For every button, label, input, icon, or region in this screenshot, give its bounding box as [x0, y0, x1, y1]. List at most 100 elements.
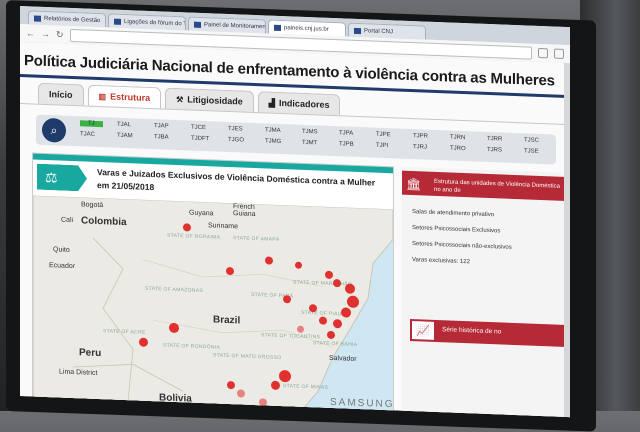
tribunal-filter-tjce[interactable]: TJCE — [191, 125, 206, 132]
tribunal-filter-tjac[interactable]: TJAC — [80, 131, 95, 138]
map-label: Colombia — [81, 215, 127, 229]
tab-label: Indicadores — [278, 97, 330, 110]
court-marker[interactable] — [333, 319, 342, 329]
tribunal-filter-tjrn[interactable]: TJRN — [450, 135, 465, 142]
monitor-screen: Relatórios de Gestão Ligações do fórum do… — [20, 6, 570, 418]
court-marker[interactable] — [309, 304, 317, 313]
tribunal-filter-tjal[interactable]: TJAL — [117, 122, 131, 129]
tribunal-filter-tjap[interactable]: TJAP — [154, 123, 169, 130]
court-marker[interactable] — [345, 283, 355, 294]
favicon-icon — [354, 27, 361, 34]
structure-panel: 🏛 Estrutura das unidades de Violência Do… — [402, 166, 570, 418]
stat-line: Setores Psicossociais Exclusivos — [412, 225, 501, 235]
court-marker[interactable] — [297, 325, 304, 333]
court-marker[interactable] — [139, 337, 148, 347]
tribunal-filter-tjsc[interactable]: TJSC — [524, 137, 539, 144]
tribunal-filter-tjmt[interactable]: TJMT — [302, 140, 317, 147]
stat-line: Salas de atendimento privativo — [412, 209, 495, 219]
court-marker[interactable] — [226, 266, 234, 276]
court-marker[interactable] — [283, 295, 291, 304]
tribunal-filter-tjes[interactable]: TJES — [228, 126, 243, 133]
tribunal-filter-tjpb[interactable]: TJPB — [339, 141, 354, 148]
tab-label: Estrutura — [110, 91, 151, 103]
tribunal-filter-tjgo[interactable]: TJGO — [228, 137, 244, 144]
bar-chart-icon: ▟ — [268, 98, 275, 108]
map-label: Cali — [61, 216, 74, 225]
historical-series-button[interactable]: 📈 Série histórica de no — [410, 318, 570, 348]
tab-label: Litigiosidade — [187, 94, 243, 107]
browser-tab[interactable]: Relatórios de Gestão — [28, 10, 106, 28]
tribunal-filter-tjpa[interactable]: TJPA — [339, 130, 353, 137]
scales-of-justice-icon: ⚖ — [37, 164, 87, 192]
favicon-icon — [114, 18, 121, 25]
structure-header: 🏛 Estrutura das unidades de Violência Do… — [402, 170, 570, 202]
card-title: Varas e Juizados Exclusivos de Violência… — [97, 166, 376, 193]
browser-tab-label: paineis.cnj.jus.br — [284, 24, 329, 33]
tribunal-filter-tjrr[interactable]: TJRR — [487, 136, 502, 143]
court-marker[interactable] — [183, 223, 191, 232]
court-marker[interactable] — [347, 295, 359, 309]
tab-label: Início — [49, 89, 73, 101]
court-marker[interactable] — [341, 307, 351, 318]
dashboard-page: Política Judiciária Nacional de enfrenta… — [20, 42, 570, 418]
tribunal-filter-tjba[interactable]: TJBA — [154, 134, 169, 141]
map-label: French Guiana — [233, 203, 256, 219]
back-arrow-icon[interactable]: ← — [26, 28, 35, 38]
map-view[interactable]: Bogotá Cali Colombia Quito Ecuador Guyan… — [33, 195, 393, 413]
tribunal-filter-tjpi[interactable]: TJPI — [376, 143, 388, 149]
reload-icon[interactable]: ↻ — [56, 29, 64, 40]
court-marker[interactable] — [227, 380, 235, 390]
menu-icon[interactable] — [554, 48, 564, 59]
tab-inicio[interactable]: Início — [38, 82, 84, 106]
building-icon: ▥ — [98, 91, 107, 101]
tribunal-filter-tjpe[interactable]: TJPE — [376, 132, 391, 139]
tribunal-filter-tjse[interactable]: TJSE — [524, 148, 539, 155]
browser-tab[interactable]: Portal CNJ — [348, 22, 426, 40]
page-scrollbar[interactable] — [564, 62, 570, 418]
search-icon[interactable]: ⌕ — [42, 117, 66, 143]
court-marker[interactable] — [325, 270, 333, 280]
tribunal-filter-tjrs[interactable]: TJRS — [487, 147, 502, 154]
tribunal-filter-tjpr[interactable]: TJPR — [413, 133, 428, 140]
forward-arrow-icon[interactable]: → — [41, 29, 50, 39]
court-marker[interactable] — [237, 389, 245, 398]
favicon-icon — [194, 21, 201, 28]
gavel-icon: ⚒ — [176, 94, 184, 104]
tribunal-filter-tjma[interactable]: TJMA — [265, 127, 281, 134]
court-marker[interactable] — [279, 369, 291, 383]
tribunal-filter-tjro[interactable]: TJRO — [450, 146, 466, 153]
court-marker[interactable] — [295, 261, 302, 269]
browser-tab[interactable]: paineis.cnj.jus.br — [268, 19, 346, 37]
extension-icon[interactable] — [538, 47, 548, 59]
tab-estrutura[interactable]: ▥ Estrutura — [87, 84, 162, 109]
browser-tab-label: Ligações do fórum do TJRR — [124, 18, 186, 28]
map-label: Quito — [53, 246, 70, 254]
map-label: Salvador — [329, 354, 357, 363]
court-marker[interactable] — [259, 398, 267, 407]
tribunal-filter-tjdft[interactable]: TJDFT — [191, 136, 209, 143]
stat-line: Varas exclusivas: 122 — [412, 257, 470, 266]
stat-line: Setores Psicossociais não-exclusivos — [412, 241, 512, 251]
historical-series-label: Série histórica de no — [442, 326, 502, 336]
court-marker[interactable] — [271, 380, 280, 390]
map-label: Brazil — [213, 314, 241, 327]
browser-tab[interactable]: Ligações do fórum do TJRR — [108, 13, 186, 31]
court-marker[interactable] — [333, 279, 341, 288]
tribunal-filter-tjam[interactable]: TJAM — [117, 133, 133, 140]
court-marker[interactable] — [265, 256, 273, 265]
monitor-brand-logo: SAMSUNG — [330, 396, 395, 411]
court-marker[interactable] — [327, 330, 335, 340]
tribunal-filter-tjrj[interactable]: TJRJ — [413, 144, 427, 151]
court-marker[interactable] — [319, 316, 327, 325]
court-marker[interactable] — [169, 322, 179, 334]
browser-tab[interactable]: Painel de Monitoramento — [188, 16, 266, 34]
map-label: Guyana — [189, 209, 214, 218]
tribunal-filter-tjmg[interactable]: TJMG — [265, 138, 281, 145]
tribunal-filter-tj[interactable]: TJ — [80, 120, 103, 128]
trend-chart-icon: 📈 — [412, 321, 434, 340]
favicon-icon — [274, 24, 281, 31]
browser-tab-label: Portal CNJ — [364, 27, 394, 35]
tribunal-filter-tjms[interactable]: TJMS — [302, 129, 318, 136]
structure-header-text: Estrutura das unidades de Violência Domé… — [434, 178, 560, 194]
map-label: Lima District — [59, 368, 98, 377]
